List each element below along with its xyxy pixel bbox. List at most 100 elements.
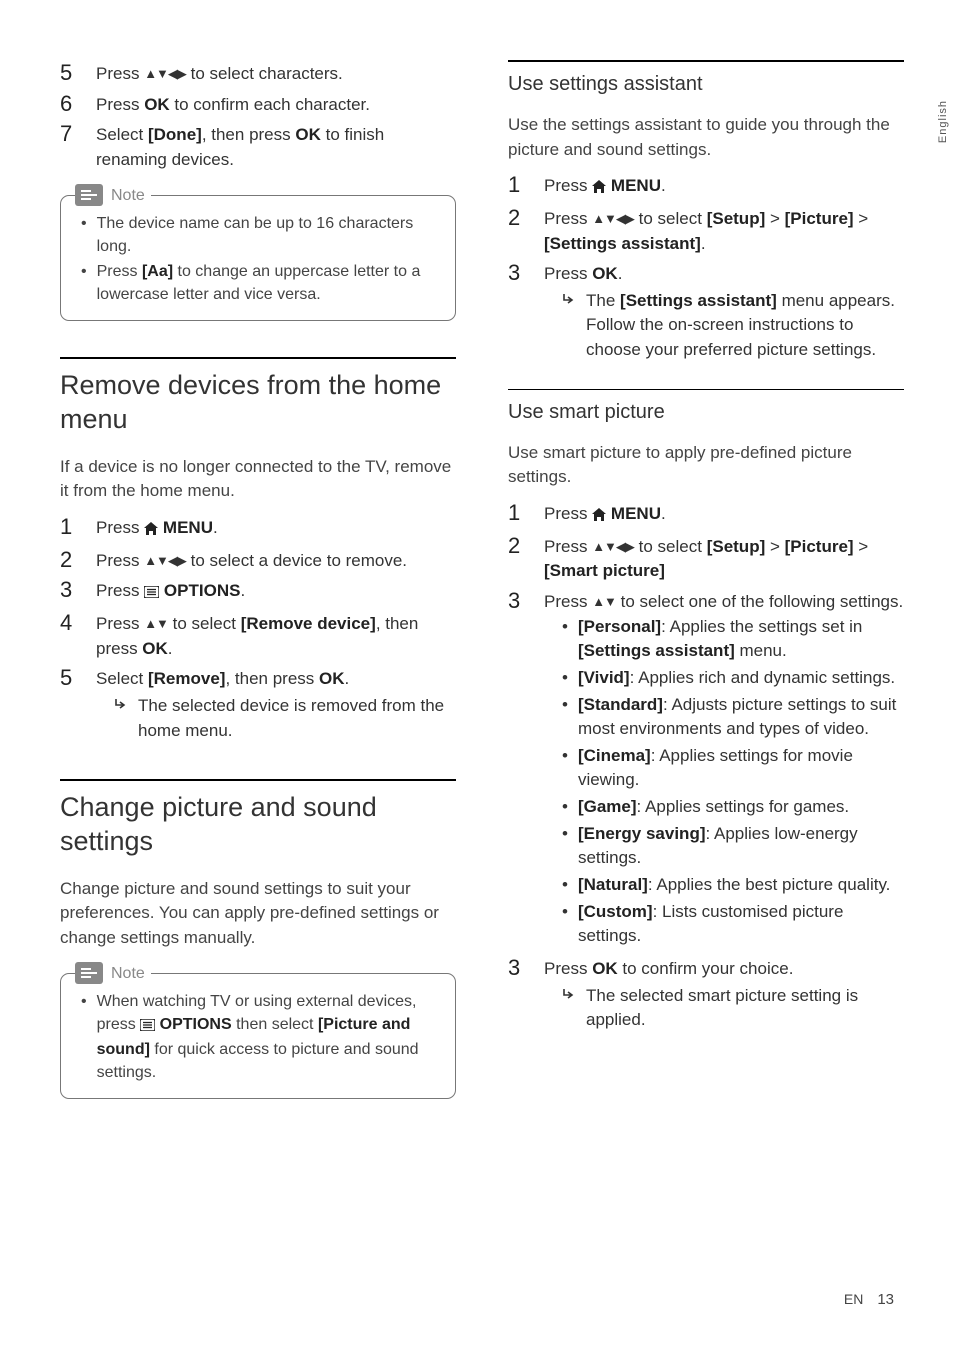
text: [Energy saving]: Applies low-energy sett… xyxy=(578,822,904,871)
step-text: Press ▲▼◀▶ to select a device to remove. xyxy=(96,547,456,574)
remove-intro: If a device is no longer connected to th… xyxy=(60,455,456,504)
step-5: 5 Select [Remove], then press OK. The se… xyxy=(60,665,456,743)
step-text: Press OK to confirm your choice. The sel… xyxy=(544,955,904,1033)
settings-assistant-heading: Use settings assistant xyxy=(508,60,904,99)
smart-picture-label: [Smart picture] xyxy=(544,561,665,580)
text: Select xyxy=(96,125,148,144)
step-text: Press OK to confirm each character. xyxy=(96,91,456,118)
step-7: 7 Select [Done], then press OK to finish… xyxy=(60,121,456,172)
nav-ud-icon: ▲▼ xyxy=(144,616,168,631)
text: . xyxy=(661,504,666,523)
done-label: [Done] xyxy=(148,125,202,144)
footer-lang: EN xyxy=(844,1289,863,1309)
text: Press xyxy=(544,209,592,228)
energy-saving-label: [Energy saving] xyxy=(578,824,706,843)
note-icon xyxy=(75,962,103,984)
note-list: The device name can be up to 16 characte… xyxy=(77,212,439,307)
text: to select characters. xyxy=(186,64,343,83)
text: [Personal]: Applies the settings set in … xyxy=(578,615,904,664)
step-3: 3 Press OPTIONS. xyxy=(60,577,456,606)
text: to select xyxy=(168,614,241,633)
step-number: 2 xyxy=(60,547,82,573)
menu-label: MENU xyxy=(611,176,661,195)
text: When watching TV or using external devic… xyxy=(97,990,439,1085)
step-3: 3 Press ▲▼ to select one of the followin… xyxy=(508,588,904,951)
step-text: Press ▲▼◀▶ to select characters. xyxy=(96,60,456,87)
note-box-rename: Note The device name can be up to 16 cha… xyxy=(60,195,456,322)
text: . xyxy=(168,639,173,658)
text: Press xyxy=(96,64,144,83)
text: . xyxy=(240,581,245,600)
step-3: 3 Press OK. The [Settings assistant] men… xyxy=(508,260,904,363)
settings-assistant-label: [Settings assistant] xyxy=(620,291,777,310)
text: to select one of the following settings. xyxy=(616,592,903,611)
step-6: 6 Press OK to confirm each character. xyxy=(60,91,456,118)
text: : Applies the settings set in xyxy=(661,617,862,636)
smart-picture-heading: Use smart picture xyxy=(508,389,904,427)
right-column: Use settings assistant Use the settings … xyxy=(508,60,904,1099)
remove-steps: 1 Press MENU. 2 Press ▲▼◀▶ to select a d… xyxy=(60,514,456,743)
nav-ud-icon: ▲▼ xyxy=(592,594,616,609)
text: . xyxy=(213,518,218,537)
note-header: Note xyxy=(75,184,151,207)
ok-label: OK xyxy=(295,125,321,144)
step-1: 1 Press MENU. xyxy=(508,500,904,529)
text: Press xyxy=(544,537,592,556)
text: The xyxy=(586,291,620,310)
text: > xyxy=(854,537,869,556)
text: . xyxy=(661,176,666,195)
custom-label: [Custom] xyxy=(578,902,653,921)
options-label: OPTIONS xyxy=(164,581,241,600)
text: Press xyxy=(96,95,144,114)
options-icon xyxy=(144,581,159,606)
text: to select a device to remove. xyxy=(186,551,407,570)
nav-arrows-icon: ▲▼◀▶ xyxy=(592,211,634,226)
result-arrow-icon xyxy=(562,289,576,363)
step-number: 3 xyxy=(508,955,530,981)
list-item: [Energy saving]: Applies low-energy sett… xyxy=(562,822,904,871)
step-text: Press OPTIONS. xyxy=(96,577,456,606)
game-label: [Game] xyxy=(578,797,637,816)
text: [Vivid]: Applies rich and dynamic settin… xyxy=(578,666,895,691)
list-item: [Game]: Applies settings for games. xyxy=(562,795,904,820)
setup-label: [Setup] xyxy=(707,209,766,228)
step-text: Press ▲▼ to select one of the following … xyxy=(544,588,904,951)
step-2: 2 Press ▲▼◀▶ to select [Setup] > [Pictur… xyxy=(508,533,904,584)
note-label: Note xyxy=(111,184,145,207)
note-item: The device name can be up to 16 characte… xyxy=(81,212,439,258)
text: Select xyxy=(96,669,148,688)
picture-label: [Picture] xyxy=(785,537,854,556)
text: [Standard]: Adjusts picture settings to … xyxy=(578,693,904,742)
text: Press xyxy=(544,176,592,195)
result-text: The selected device is removed from the … xyxy=(138,694,456,743)
note-item: When watching TV or using external devic… xyxy=(81,990,439,1085)
vivid-label: [Vivid] xyxy=(578,668,630,687)
step-number: 1 xyxy=(508,500,530,526)
personal-label: [Personal] xyxy=(578,617,661,636)
text: Press xyxy=(96,614,144,633)
text: : Applies the best picture quality. xyxy=(648,875,891,894)
step-text: Press MENU. xyxy=(544,500,904,529)
step-result: The selected device is removed from the … xyxy=(96,694,456,743)
step-text: Press ▲▼ to select [Remove device], then… xyxy=(96,610,456,661)
language-tab: English xyxy=(936,100,952,143)
content-columns: 5 Press ▲▼◀▶ to select characters. 6 Pre… xyxy=(60,60,904,1099)
result-arrow-icon xyxy=(562,984,576,1033)
text: to confirm each character. xyxy=(170,95,370,114)
text: , then press xyxy=(202,125,296,144)
standard-label: [Standard] xyxy=(578,695,663,714)
settings-assistant-label: [Settings assistant] xyxy=(544,234,701,253)
text: Press xyxy=(96,551,144,570)
step-result: The [Settings assistant] menu appears. F… xyxy=(544,289,904,363)
aa-label: [Aa] xyxy=(142,263,173,280)
ok-label: OK xyxy=(142,639,168,658)
home-icon xyxy=(592,176,606,201)
smart-options: [Personal]: Applies the settings set in … xyxy=(544,615,904,949)
nav-arrows-icon: ▲▼◀▶ xyxy=(144,553,186,568)
step-number: 2 xyxy=(508,533,530,559)
remove-label: [Remove] xyxy=(148,669,225,688)
list-item: [Custom]: Lists customised picture setti… xyxy=(562,900,904,949)
text: then select xyxy=(232,1016,318,1033)
cinema-label: [Cinema] xyxy=(578,746,651,765)
ok-label: OK xyxy=(319,669,345,688)
